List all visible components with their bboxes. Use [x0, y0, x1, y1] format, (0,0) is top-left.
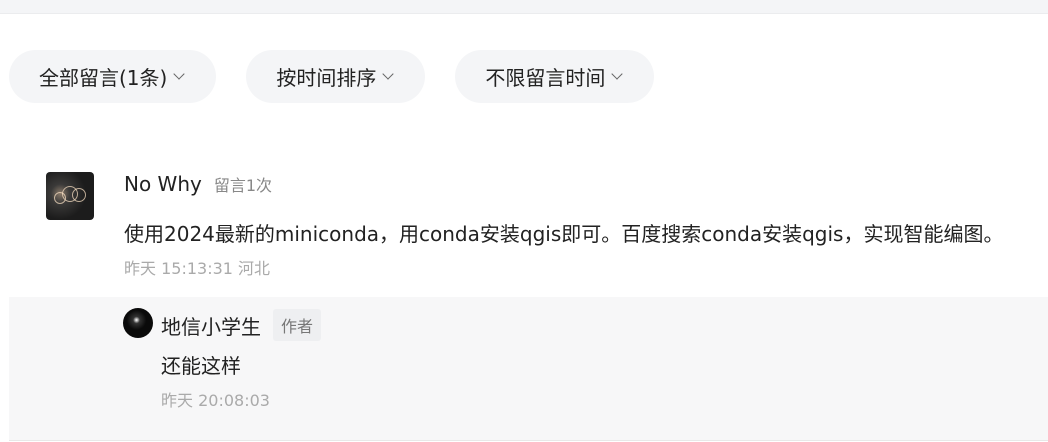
- comment-header: No Why 留言1次: [124, 172, 272, 196]
- chevron-down-icon: [611, 68, 624, 80]
- chevron-down-icon: [382, 68, 395, 80]
- filter-label: 按时间排序: [276, 66, 377, 90]
- reply-item: 地信小学生 作者 还能这样 昨天 20:08:03: [9, 297, 1048, 441]
- filter-time-range[interactable]: 不限留言时间: [455, 50, 655, 103]
- comment-meta: 昨天 15:13:31 河北: [124, 259, 271, 278]
- filter-bar: 全部留言(1条) 按时间排序 不限留言时间: [9, 50, 655, 103]
- reply-header: 地信小学生 作者: [161, 309, 322, 341]
- filter-all-comments[interactable]: 全部留言(1条): [9, 50, 217, 103]
- top-bar: [0, 0, 1048, 14]
- reply-meta: 昨天 20:08:03: [161, 391, 270, 410]
- author-badge: 作者: [273, 309, 322, 341]
- reply-text: 还能这样: [161, 354, 241, 378]
- avatar[interactable]: [123, 308, 153, 338]
- username[interactable]: No Why: [124, 172, 202, 196]
- filter-sort-by-time[interactable]: 按时间排序: [246, 50, 426, 103]
- chevron-down-icon: [173, 68, 186, 80]
- filter-label: 全部留言(1条): [39, 66, 168, 90]
- avatar[interactable]: [46, 172, 94, 220]
- comment-count: 留言1次: [213, 176, 273, 195]
- comment-text: 使用2024最新的miniconda，用conda安装qgis即可。百度搜索co…: [124, 222, 1004, 246]
- filter-label: 不限留言时间: [485, 66, 606, 90]
- reply-username[interactable]: 地信小学生: [161, 311, 261, 340]
